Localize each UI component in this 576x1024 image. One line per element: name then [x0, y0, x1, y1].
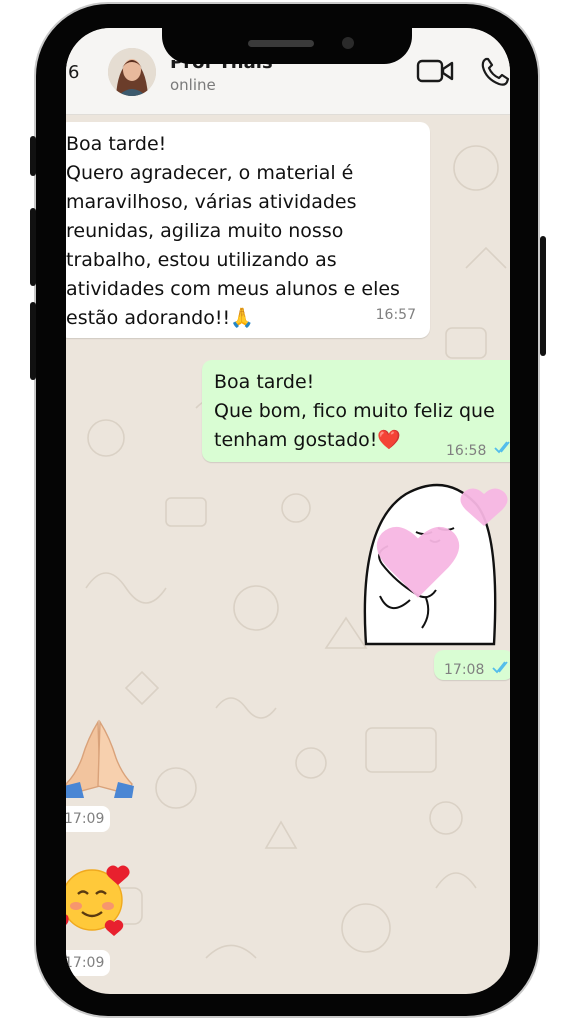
- message-bubble-outgoing[interactable]: Boa tarde! Que bom, fico muito feliz que…: [202, 360, 510, 462]
- contact-status: online: [170, 76, 216, 94]
- message-time: 16:57: [375, 307, 416, 323]
- sticker-shy-blob[interactable]: [360, 476, 510, 648]
- message-time: 16:58: [446, 443, 487, 459]
- voice-call-icon[interactable]: [480, 56, 510, 86]
- read-receipt-icon: [492, 661, 508, 674]
- chat-screen: 6 Prof Thaís online Boa tarde! Quero agr…: [66, 28, 510, 994]
- video-call-icon[interactable]: [416, 58, 454, 84]
- power-button: [540, 236, 546, 356]
- back-button-unread-count[interactable]: 6: [68, 62, 79, 83]
- emoji-time-pill: 17:09: [66, 950, 111, 976]
- smiling-face-with-hearts-emoji[interactable]: [66, 858, 132, 938]
- read-receipt-icon: [494, 441, 510, 454]
- contact-avatar[interactable]: [108, 48, 156, 96]
- message-text: Boa tarde! Quero agradecer, o material é…: [66, 133, 400, 329]
- praying-hands-emoji[interactable]: [66, 716, 136, 800]
- message-time: 17:08: [444, 662, 485, 678]
- sticker-time-pill: 17:08: [434, 650, 510, 680]
- message-time: 17:09: [66, 955, 105, 971]
- front-camera: [342, 37, 354, 49]
- volume-down-button: [30, 302, 36, 380]
- message-bubble-incoming[interactable]: Boa tarde! Quero agradecer, o material é…: [66, 122, 430, 338]
- message-time: 17:09: [66, 811, 105, 827]
- mute-switch: [30, 136, 36, 176]
- avatar-photo: [108, 48, 156, 96]
- earpiece: [248, 40, 314, 47]
- emoji-time-pill: 17:09: [66, 806, 111, 832]
- phone-notch: [162, 28, 412, 64]
- volume-up-button: [30, 208, 36, 286]
